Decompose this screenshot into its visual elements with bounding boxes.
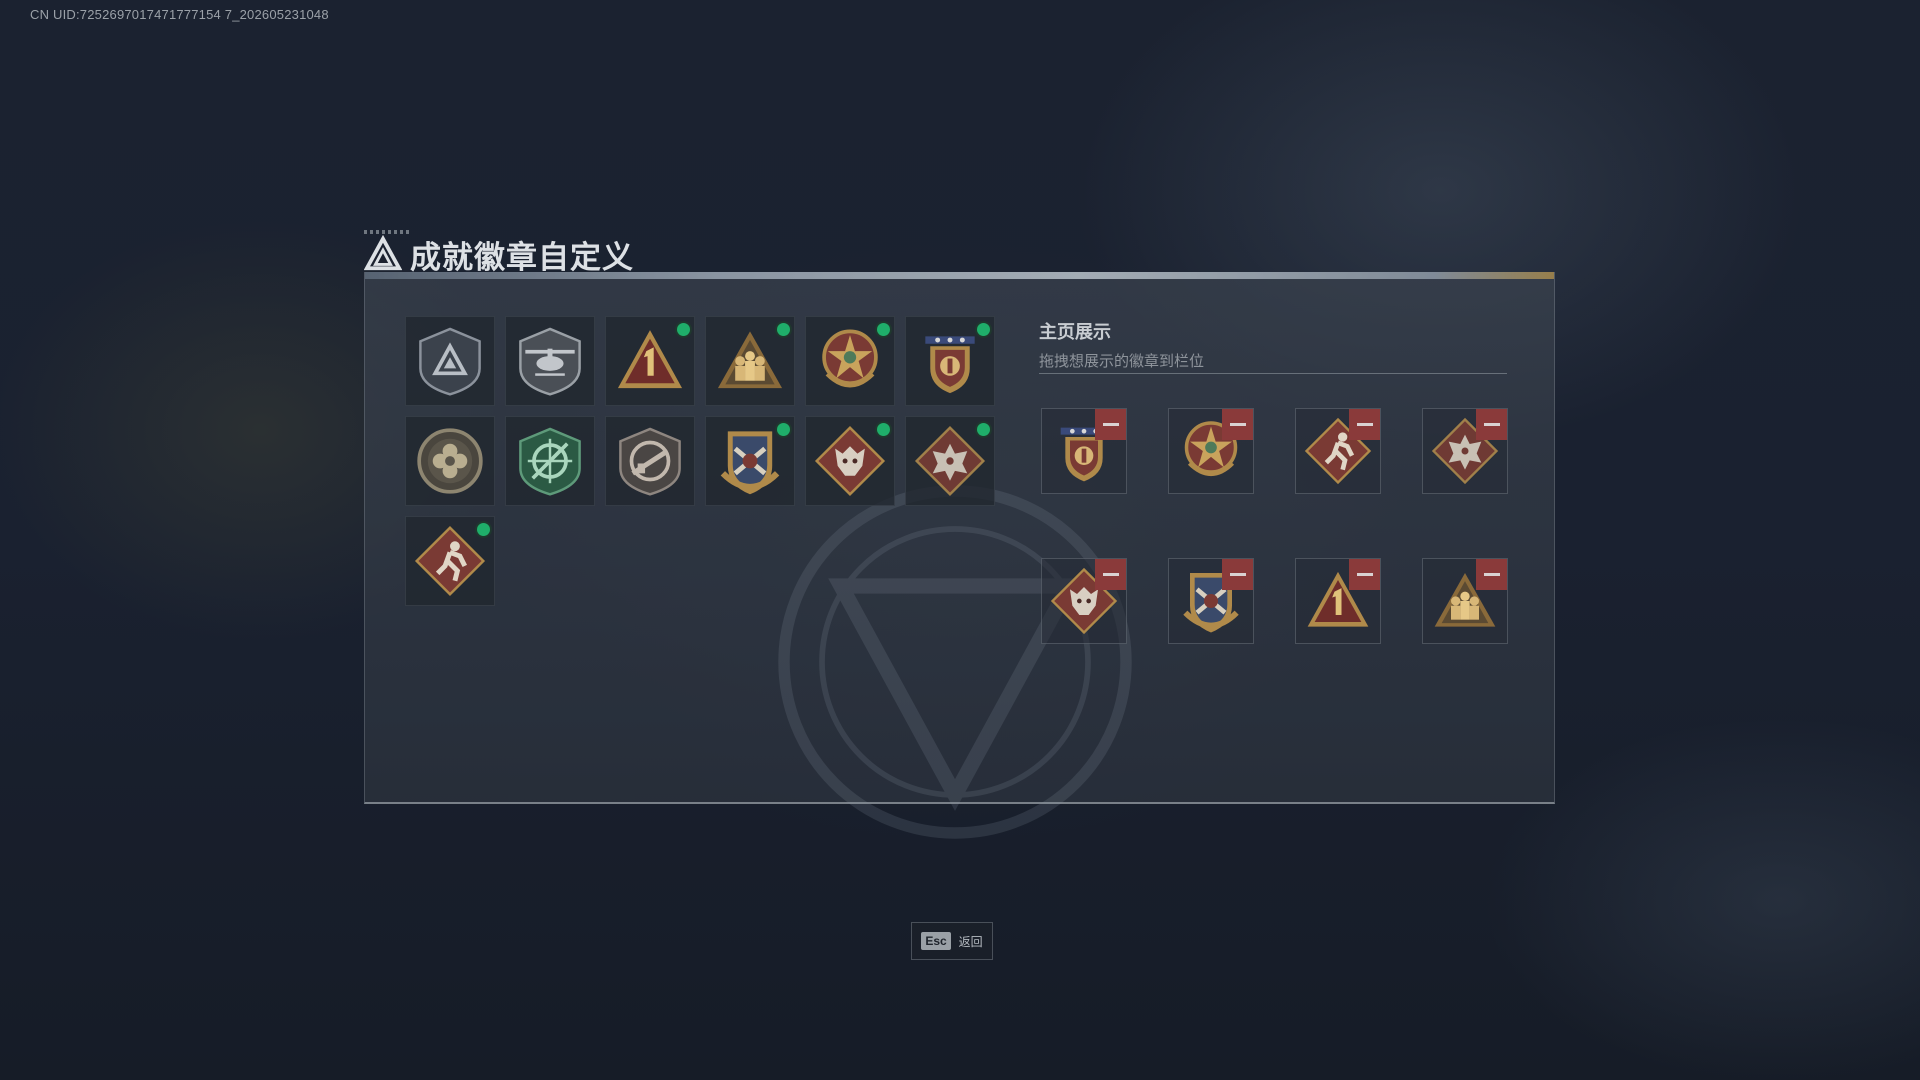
badge-slot-flower-emblem[interactable] bbox=[405, 416, 495, 506]
new-indicator-dot bbox=[477, 523, 490, 536]
display-slot-4[interactable] bbox=[1422, 408, 1508, 494]
remove-badge-button[interactable] bbox=[1349, 409, 1380, 440]
minus-icon bbox=[1229, 423, 1246, 426]
display-slot-7[interactable] bbox=[1295, 558, 1381, 644]
remove-badge-button[interactable] bbox=[1476, 409, 1507, 440]
display-slot-1[interactable] bbox=[1041, 408, 1127, 494]
display-slot-6[interactable] bbox=[1168, 558, 1254, 644]
new-indicator-dot bbox=[677, 323, 690, 336]
page-header: 成就徽章自定义 bbox=[364, 230, 634, 278]
new-indicator-dot bbox=[977, 323, 990, 336]
minus-icon bbox=[1102, 573, 1119, 576]
new-indicator-dot bbox=[977, 423, 990, 436]
new-indicator-dot bbox=[877, 423, 890, 436]
badge-slot-star-shield[interactable] bbox=[905, 316, 995, 406]
display-slot-2[interactable] bbox=[1168, 408, 1254, 494]
display-slot-8[interactable] bbox=[1422, 558, 1508, 644]
panel-watermark-emblem bbox=[778, 485, 1132, 839]
header-tick-decoration bbox=[364, 230, 412, 234]
uid-text: CN UID:7252697017471777154 7_20260523104… bbox=[30, 7, 329, 22]
display-slot-5[interactable] bbox=[1041, 558, 1127, 644]
green-crosshair-badge-icon bbox=[519, 427, 581, 496]
wolf-head-badge-icon bbox=[814, 425, 886, 497]
badge-slot-rifle-shield[interactable] bbox=[605, 416, 695, 506]
panel-top-bar bbox=[365, 272, 1554, 279]
display-divider bbox=[1039, 373, 1507, 374]
crossed-rifles-badge-icon bbox=[720, 431, 780, 495]
remove-badge-button[interactable] bbox=[1095, 409, 1126, 440]
number-one-badge-icon bbox=[617, 330, 683, 389]
remove-badge-button[interactable] bbox=[1349, 559, 1380, 590]
new-indicator-dot bbox=[777, 323, 790, 336]
display-slot-3[interactable] bbox=[1295, 408, 1381, 494]
delta-logo-icon bbox=[364, 235, 402, 271]
remove-badge-button[interactable] bbox=[1222, 409, 1253, 440]
triangle-shield-badge-icon bbox=[419, 327, 481, 396]
star-medal-badge-icon bbox=[822, 329, 878, 388]
display-title: 主页展示 bbox=[1039, 322, 1111, 342]
runner-badge-icon bbox=[414, 525, 486, 597]
minus-icon bbox=[1483, 423, 1500, 426]
remove-badge-button[interactable] bbox=[1222, 559, 1253, 590]
badge-slot-number-one[interactable] bbox=[605, 316, 695, 406]
new-indicator-dot bbox=[877, 323, 890, 336]
remove-badge-button[interactable] bbox=[1476, 559, 1507, 590]
star-shield-badge-icon bbox=[925, 336, 975, 394]
minus-icon bbox=[1102, 423, 1119, 426]
badge-slot-runner[interactable] bbox=[405, 516, 495, 606]
remove-badge-button[interactable] bbox=[1095, 559, 1126, 590]
badge-slot-soldier-squad[interactable] bbox=[705, 316, 795, 406]
minus-icon bbox=[1483, 573, 1500, 576]
badge-slot-helicopter-shield[interactable] bbox=[505, 316, 595, 406]
badge-customize-panel: 主页展示 拖拽想展示的徽章到栏位 bbox=[364, 272, 1555, 839]
dragon-head-badge-icon bbox=[914, 425, 986, 497]
minus-icon bbox=[1229, 573, 1246, 576]
badge-slot-triangle-shield[interactable] bbox=[405, 316, 495, 406]
minus-icon bbox=[1356, 573, 1373, 576]
minus-icon bbox=[1356, 423, 1373, 426]
badge-slot-crossed-rifles[interactable] bbox=[705, 416, 795, 506]
esc-back-button[interactable]: Esc 返回 bbox=[911, 922, 993, 960]
flower-emblem-badge-icon bbox=[417, 428, 483, 494]
esc-key-icon: Esc bbox=[921, 932, 951, 950]
badge-slot-green-crosshair[interactable] bbox=[505, 416, 595, 506]
page-title: 成就徽章自定义 bbox=[410, 239, 634, 275]
badge-slot-wolf-head[interactable] bbox=[805, 416, 895, 506]
back-label: 返回 bbox=[958, 934, 983, 949]
badge-slot-dragon-head[interactable] bbox=[905, 416, 995, 506]
display-subtitle: 拖拽想展示的徽章到栏位 bbox=[1039, 353, 1205, 370]
homepage-display-header: 主页展示 拖拽想展示的徽章到栏位 bbox=[1039, 318, 1204, 371]
badge-slot-star-medal[interactable] bbox=[805, 316, 895, 406]
new-indicator-dot bbox=[777, 423, 790, 436]
soldier-squad-badge-icon bbox=[717, 331, 783, 389]
helicopter-shield-badge-icon bbox=[519, 327, 581, 396]
rifle-shield-badge-icon bbox=[619, 427, 681, 496]
